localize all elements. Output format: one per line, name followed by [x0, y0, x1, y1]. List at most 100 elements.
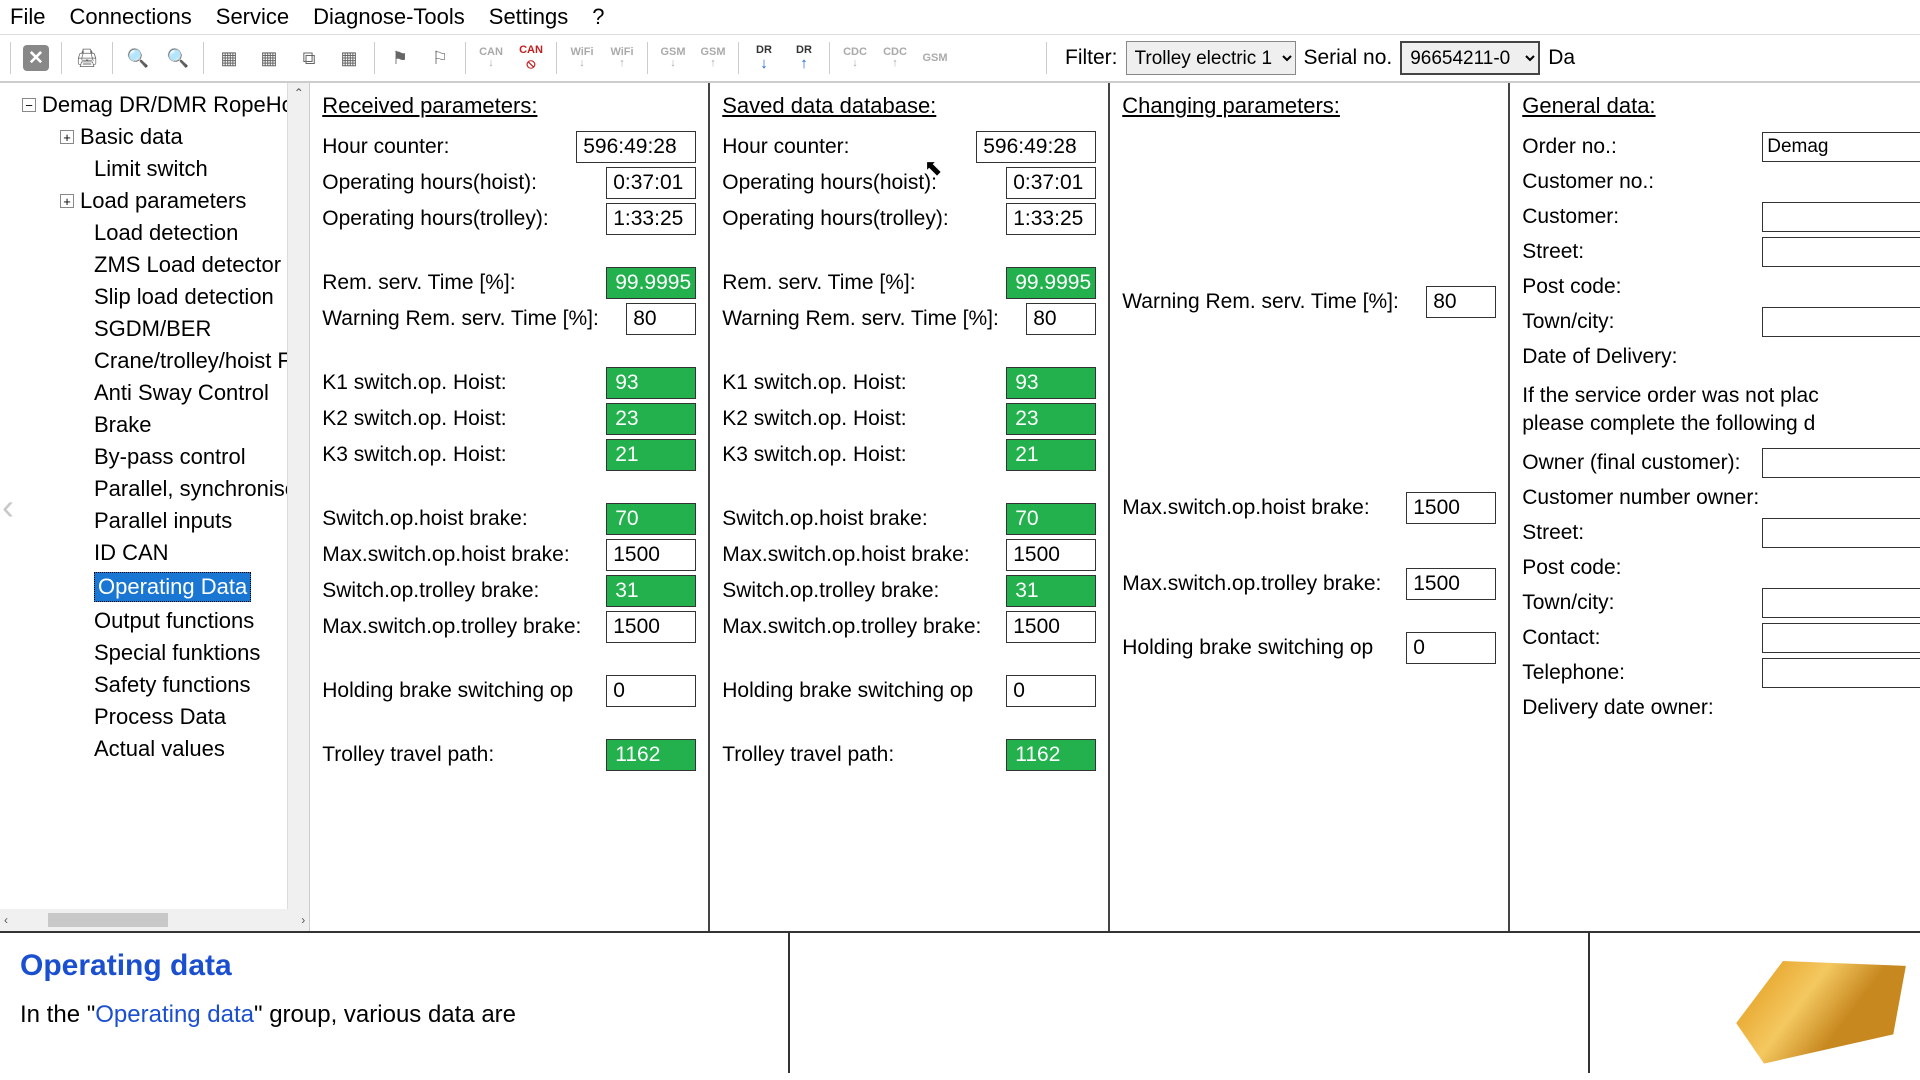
op-hours-trolley-label-2: Operating hours(trolley):: [722, 207, 1006, 231]
tool-4-button[interactable]: ▦: [330, 39, 368, 77]
tree-item-zms-load-detector[interactable]: ZMS Load detector: [0, 249, 309, 281]
tree-item-load-parameters[interactable]: +Load parameters: [0, 185, 309, 217]
customer-label: Customer:: [1522, 205, 1762, 229]
customer-input[interactable]: [1762, 202, 1920, 232]
owner-no-label: Customer number owner:: [1522, 486, 1920, 510]
scroll-thumb[interactable]: [48, 913, 168, 927]
tree: −Demag DR/DMR RopeHo+Basic data Limit swi…: [0, 83, 309, 909]
scroll-up-icon[interactable]: ⌃: [289, 83, 309, 103]
tree-item-process-data[interactable]: Process Data: [0, 701, 309, 733]
menu-service[interactable]: Service: [216, 4, 289, 30]
tree-item-sgdm-ber[interactable]: SGDM/BER: [0, 313, 309, 345]
tree-item-parallel-inputs[interactable]: Parallel inputs: [0, 505, 309, 537]
order-no-input[interactable]: [1762, 132, 1920, 162]
flag-right-icon: ⚐: [432, 48, 448, 69]
dr-down-button[interactable]: DR↓: [745, 39, 783, 77]
back-arrow-icon[interactable]: ‹: [2, 486, 14, 528]
tool-1-button[interactable]: ▦: [210, 39, 248, 77]
tree-item-slip-load-detection[interactable]: Slip load detection: [0, 281, 309, 313]
tree-item-special-funktions[interactable]: Special funktions: [0, 637, 309, 669]
tree-item-safety-functions[interactable]: Safety functions: [0, 669, 309, 701]
menu-help[interactable]: ?: [592, 4, 604, 30]
filter-label: Filter:: [1065, 46, 1118, 70]
owner-label: Owner (final customer):: [1522, 451, 1762, 475]
msotb-label: Max.switch.op.trolley brake:: [322, 615, 606, 639]
gsm-label-3: GSM: [922, 52, 947, 64]
help-link[interactable]: Operating data: [95, 1001, 254, 1028]
scroll-left-icon[interactable]: ‹: [4, 913, 8, 927]
menu-file[interactable]: File: [10, 4, 45, 30]
wifi-label: WiFi: [570, 46, 593, 58]
flag-left-button[interactable]: ⚑: [381, 39, 419, 77]
tree-item-actual-values[interactable]: Actual values: [0, 733, 309, 765]
postcode2-label: Post code:: [1522, 556, 1762, 580]
collapse-icon[interactable]: −: [22, 98, 36, 112]
gsm-up-button[interactable]: GSM↑: [694, 39, 732, 77]
msotb-label-3: Max.switch.op.trolley brake:: [1122, 572, 1406, 596]
scroll-right-icon[interactable]: ›: [301, 913, 305, 927]
tree-item-brake[interactable]: Brake: [0, 409, 309, 441]
msotb-value: 1500: [606, 611, 696, 643]
gsm-3-button[interactable]: GSM: [916, 39, 954, 77]
street2-input[interactable]: [1762, 518, 1920, 548]
tree-item-operating-data[interactable]: Operating Data: [0, 569, 309, 605]
tree-item-label: Crane/trolley/hoist FI: [94, 348, 297, 374]
msohb-input[interactable]: [1406, 492, 1496, 524]
tree-item-basic-data[interactable]: +Basic data: [0, 121, 309, 153]
copy-button[interactable]: ⧉: [290, 39, 328, 77]
box2-icon: ▦: [340, 48, 357, 69]
can-up-button[interactable]: CAN⦸: [512, 39, 550, 77]
cdc-down-button[interactable]: CDC↓: [836, 39, 874, 77]
town2-input[interactable]: [1762, 588, 1920, 618]
tree-item-output-functions[interactable]: Output functions: [0, 605, 309, 637]
tree-item-label: Output functions: [94, 608, 254, 634]
tree-item-limit-switch[interactable]: Limit switch: [0, 153, 309, 185]
close-button[interactable]: ✕: [17, 39, 55, 77]
flag-right-button[interactable]: ⚐: [421, 39, 459, 77]
cdc-up-button[interactable]: CDC↑: [876, 39, 914, 77]
tree-item-label: Limit switch: [94, 156, 208, 182]
tree-hscrollbar[interactable]: ‹ ›: [0, 909, 309, 931]
owner-input[interactable]: [1762, 448, 1920, 478]
tree-item-load-detection[interactable]: Load detection: [0, 217, 309, 249]
expand-icon[interactable]: +: [60, 194, 74, 208]
tree-item-label: By-pass control: [94, 444, 246, 470]
expand-icon[interactable]: +: [60, 130, 74, 144]
zoom-out-button[interactable]: 🔍: [119, 39, 157, 77]
dr-up-button[interactable]: DR↑: [785, 39, 823, 77]
serial-no-select[interactable]: 96654211-0: [1400, 41, 1540, 75]
k2-value-2: 23: [1006, 403, 1096, 435]
tree-item-crane-trolley-hoist-fi[interactable]: Crane/trolley/hoist FI: [0, 345, 309, 377]
msotb-input[interactable]: [1406, 568, 1496, 600]
menu-settings[interactable]: Settings: [489, 4, 569, 30]
ttp-value: 1162: [606, 739, 696, 771]
town-input[interactable]: [1762, 307, 1920, 337]
tree-item-by-pass-control[interactable]: By-pass control: [0, 441, 309, 473]
warn-rem-input[interactable]: [1426, 286, 1496, 318]
tree-vscrollbar[interactable]: ⌃ ⌄: [287, 83, 309, 931]
street-input[interactable]: [1762, 237, 1920, 267]
tel-input[interactable]: [1762, 658, 1920, 688]
contact-input[interactable]: [1762, 623, 1920, 653]
tree-item-anti-sway-control[interactable]: Anti Sway Control: [0, 377, 309, 409]
k1-label-2: K1 switch.op. Hoist:: [722, 371, 1006, 395]
tree-item-parallel-synchronised[interactable]: Parallel, synchronised: [0, 473, 309, 505]
op-hours-hoist-value-2: 0:37:01: [1006, 167, 1096, 199]
can-down-button[interactable]: CAN↓: [472, 39, 510, 77]
filter-select[interactable]: Trolley electric 1: [1126, 41, 1296, 75]
tree-item-id-can[interactable]: ID CAN: [0, 537, 309, 569]
help-panel: Operating data In the "Operating data" g…: [0, 933, 790, 1073]
print-button[interactable]: 🖨: [68, 39, 106, 77]
msotb-label-2: Max.switch.op.trolley brake:: [722, 615, 1006, 639]
tool-2-button[interactable]: ▦: [250, 39, 288, 77]
hold-input[interactable]: [1406, 632, 1496, 664]
zoom-in-button[interactable]: 🔍: [159, 39, 197, 77]
wifi-up-button[interactable]: WiFi↑: [603, 39, 641, 77]
wifi-down-button[interactable]: WiFi↓: [563, 39, 601, 77]
hold-value: 0: [606, 675, 696, 707]
menu-diagnose-tools[interactable]: Diagnose-Tools: [313, 4, 465, 30]
gsm-down-button[interactable]: GSM↓: [654, 39, 692, 77]
tree-root[interactable]: −Demag DR/DMR RopeHo: [0, 89, 309, 121]
general-data-panel: General data: Order no.: Customer no.: C…: [1510, 83, 1920, 931]
menu-connections[interactable]: Connections: [69, 4, 191, 30]
